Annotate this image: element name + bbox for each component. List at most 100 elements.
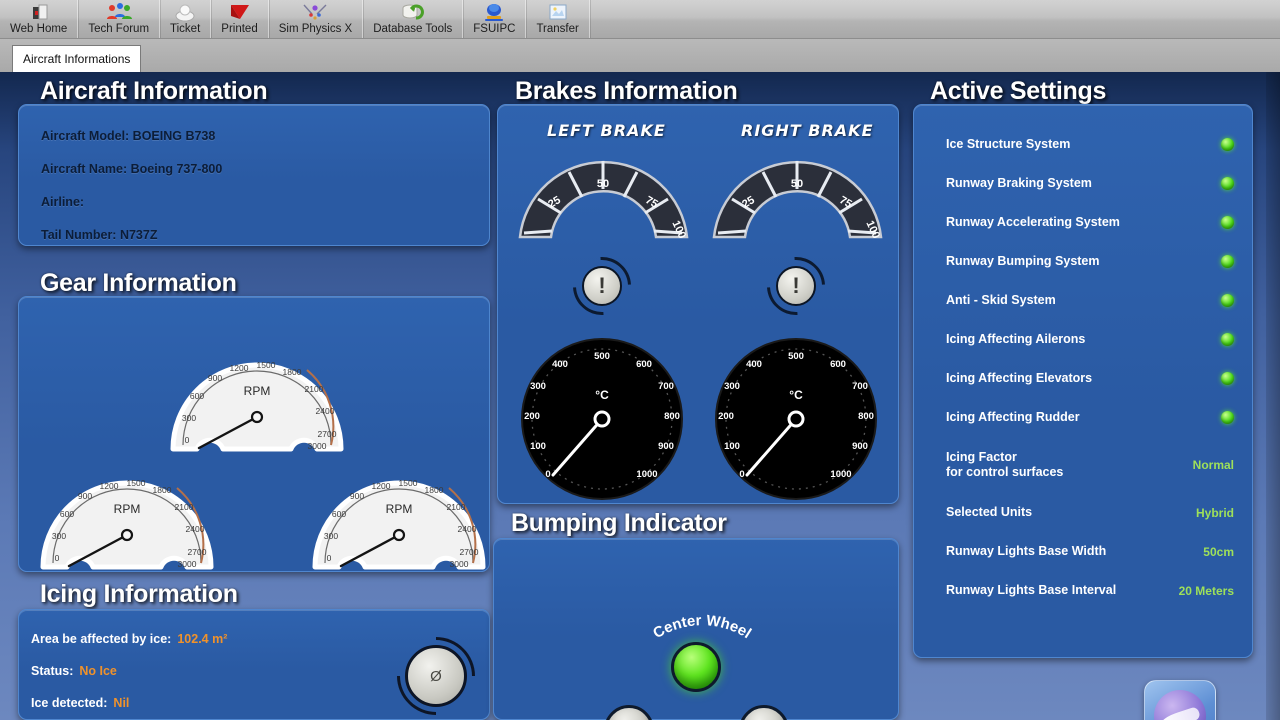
forum-people-icon (104, 2, 134, 22)
setting-row-runway-braking-system[interactable]: Runway Braking System (946, 176, 1234, 191)
toolbar-label: Printed (221, 23, 258, 35)
svg-text:500: 500 (594, 351, 610, 362)
gauge-right-gear-rpm: 0 300 600 900 1200 1500 18002100 2400 2700 300… (312, 478, 486, 570)
status-led-icon (1221, 255, 1234, 268)
gauge-unit-label: RPM (244, 384, 271, 398)
svg-text:2400: 2400 (186, 524, 205, 534)
setting-row-icing-affecting-rudder[interactable]: Icing Affecting Rudder (946, 410, 1234, 425)
temperature-unit-label: °C (595, 388, 609, 402)
setting-label: Runway Braking System (946, 176, 1092, 190)
tail-number-row: Tail Number: N737Z (41, 228, 158, 242)
setting-row-anti-skid-system[interactable]: Anti - Skid System (946, 293, 1234, 308)
page-title-aircraft-information: Aircraft Information (40, 77, 268, 105)
right-brake-label: RIGHT BRAKE (741, 121, 874, 140)
svg-text:600: 600 (636, 359, 652, 370)
setting-label: Selected Units (946, 505, 1033, 519)
icing-knob[interactable]: Ø (405, 645, 467, 707)
gauge-left-gear-rpm: 0 300 600 900 1200 1500 18002100 2400 2700 300… (40, 478, 214, 570)
svg-text:1800: 1800 (283, 367, 302, 377)
app-logo-icon[interactable] (1144, 680, 1216, 720)
setting-label: Icing Factor for control surfaces (946, 450, 1064, 479)
status-led-icon (1221, 411, 1234, 424)
svg-text:900: 900 (852, 441, 868, 452)
left-brake-warning-indicator: ! (582, 266, 622, 306)
setting-value: 50cm (1203, 544, 1234, 559)
status-led-icon (1221, 333, 1234, 346)
svg-text:300: 300 (324, 531, 338, 541)
icing-detected-value: Nil (113, 696, 130, 710)
toolbar-item-fsuipc[interactable]: FSUIPC (463, 0, 527, 38)
bumping-left-wheel-indicator (604, 705, 654, 720)
home-icon (24, 2, 54, 22)
setting-row-runway-lights-base-interval[interactable]: Runway Lights Base Interval 20 Meters (946, 583, 1234, 598)
aircraft-name-row: Aircraft Name: Boeing 737-800 (41, 162, 223, 176)
setting-row-runway-bumping-system[interactable]: Runway Bumping System (946, 254, 1234, 269)
svg-text:2700: 2700 (188, 547, 207, 557)
svg-text:3000: 3000 (308, 441, 327, 451)
panel-active-settings: Ice Structure System Runway Braking Syst… (913, 104, 1253, 658)
page-title-gear-information: Gear Information (40, 269, 237, 297)
center-wheel-label-text: Center Wheel (650, 612, 754, 642)
svg-text:1500: 1500 (127, 478, 146, 488)
svg-text:300: 300 (182, 413, 196, 423)
setting-row-runway-lights-base-width[interactable]: Runway Lights Base Width 50cm (946, 544, 1234, 559)
main-content-area: Aircraft Information Aircraft Model: BOE… (0, 72, 1280, 720)
bumping-center-wheel-indicator (671, 642, 721, 692)
toolbar-item-database-tools[interactable]: Database Tools (363, 0, 464, 38)
svg-text:300: 300 (52, 531, 66, 541)
setting-row-runway-accelerating-system[interactable]: Runway Accelerating System (946, 215, 1234, 230)
ticket-icon (170, 2, 200, 22)
setting-row-ice-structure-system[interactable]: Ice Structure System (946, 137, 1234, 152)
svg-text:200: 200 (524, 411, 540, 422)
setting-row-icing-factor[interactable]: Icing Factor for control surfaces Normal (946, 450, 1234, 480)
svg-text:2400: 2400 (458, 524, 477, 534)
svg-text:2100: 2100 (447, 502, 466, 512)
setting-row-selected-units[interactable]: Selected Units Hybrid (946, 505, 1234, 520)
svg-text:800: 800 (664, 411, 680, 422)
setting-label: Ice Structure System (946, 137, 1071, 151)
setting-value: Normal (1192, 458, 1234, 472)
toolbar-item-transfer[interactable]: Transfer (526, 0, 590, 38)
setting-row-icing-affecting-ailerons[interactable]: Icing Affecting Ailerons (946, 332, 1234, 347)
svg-text:800: 800 (858, 411, 874, 422)
setting-label: Runway Lights Base Interval (946, 583, 1117, 597)
status-led-icon (1221, 177, 1234, 190)
svg-text:3000: 3000 (450, 559, 469, 569)
panel-bumping-indicator: Center Wheel Left Wheel Right Wheel (493, 538, 899, 720)
svg-text:2700: 2700 (460, 547, 479, 557)
svg-text:300: 300 (530, 381, 546, 392)
svg-text:1000: 1000 (636, 469, 657, 480)
setting-row-icing-affecting-elevators[interactable]: Icing Affecting Elevators (946, 371, 1234, 386)
bumping-right-wheel-indicator (739, 705, 789, 720)
toolbar-label: FSUIPC (473, 23, 516, 35)
setting-label: Anti - Skid System (946, 293, 1056, 307)
globe-shape (1154, 690, 1206, 720)
toolbar-item-tech-forum[interactable]: Tech Forum (78, 0, 161, 38)
svg-text:600: 600 (830, 359, 846, 370)
setting-value: Hybrid (1195, 505, 1234, 520)
svg-text:600: 600 (332, 509, 346, 519)
gauge-center-gear-rpm: 0 300 600 900 1200 1500 18002100 2400 2700 300… (170, 360, 344, 452)
toolbar-item-printed[interactable]: Printed (211, 0, 269, 38)
icing-detected-label: Ice detected: (31, 696, 108, 710)
toolbar-item-sim-physics-x[interactable]: Sim Physics X (269, 0, 364, 38)
svg-text:RPM: RPM (386, 502, 413, 516)
tab-label: Aircraft Informations (23, 52, 131, 66)
svg-text:900: 900 (658, 441, 674, 452)
panel-aircraft-information: Aircraft Model: BOEING B738 Aircraft Nam… (18, 104, 490, 246)
svg-text:100: 100 (724, 441, 740, 452)
setting-label: Icing Affecting Ailerons (946, 332, 1086, 346)
panel-brakes-information: LEFT BRAKE RIGHT BRAKE 25 50 75 100 ! 25… (497, 104, 899, 504)
toolbar-item-ticket[interactable]: Ticket (160, 0, 212, 38)
svg-text:1200: 1200 (230, 363, 249, 373)
page-title-brakes-information: Brakes Information (515, 77, 738, 105)
svg-text:1500: 1500 (399, 478, 418, 488)
svg-text:RPM: RPM (114, 502, 141, 516)
setting-label: Icing Affecting Elevators (946, 371, 1093, 385)
svg-text:1800: 1800 (425, 485, 444, 495)
toolbar-item-web-home[interactable]: Web Home (0, 0, 79, 38)
tab-aircraft-informations[interactable]: Aircraft Informations (12, 45, 142, 72)
svg-text:0: 0 (185, 435, 190, 445)
svg-text:2100: 2100 (305, 384, 324, 394)
status-led-icon (1221, 294, 1234, 307)
